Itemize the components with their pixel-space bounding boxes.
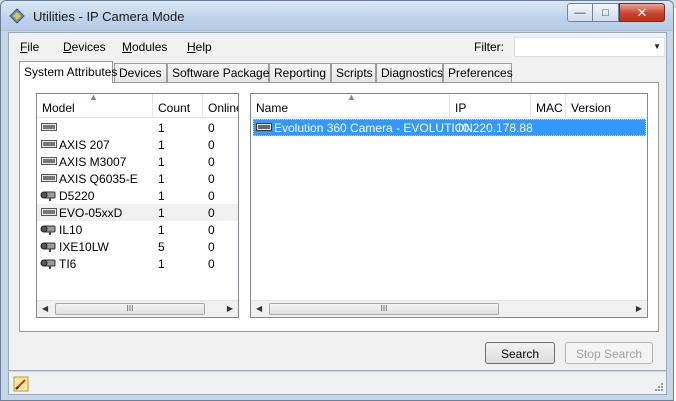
table-row-selected[interactable]: Evolution 360 Camera - EVOLUTION 10.220.… <box>253 119 646 136</box>
scroll-left-icon[interactable]: ◀ <box>42 304 48 313</box>
model-online: 0 <box>208 223 215 237</box>
app-icon <box>9 8 25 24</box>
column-header-mac[interactable]: MAC <box>531 94 566 118</box>
model-online: 0 <box>208 240 215 254</box>
scroll-thumb[interactable]: III <box>55 303 205 315</box>
tab-scripts[interactable]: Scripts <box>331 63 376 82</box>
model-online: 0 <box>208 155 215 169</box>
tab-reporting[interactable]: Reporting <box>269 63 331 82</box>
model-online: 0 <box>208 172 215 186</box>
menu-devices[interactable]: Devices <box>63 40 106 54</box>
device-list[interactable]: ▲ Name IP MAC Version Evolution 360 Came… <box>250 93 648 318</box>
model-count: 5 <box>158 240 165 254</box>
resize-grip-icon[interactable] <box>654 382 664 392</box>
menu-modules[interactable]: Modules <box>122 40 167 54</box>
tab-preferences[interactable]: Preferences <box>443 63 513 82</box>
model-online: 0 <box>208 257 215 271</box>
edit-icon[interactable] <box>13 376 29 392</box>
column-header-online[interactable]: Online <box>203 94 238 118</box>
client-area: File Devices Modules Help Filter: ▼ Syst… <box>8 32 667 371</box>
list-item[interactable]: AXIS M3007 1 0 <box>37 153 238 170</box>
sort-ascending-icon: ▲ <box>89 94 98 102</box>
camera-icon <box>40 225 56 235</box>
tab-strip: System Attributes Devices Software Packa… <box>19 61 659 83</box>
device-icon <box>256 123 272 131</box>
tab-diagnostics[interactable]: Diagnostics <box>376 63 443 82</box>
model-count: 1 <box>158 223 165 237</box>
tab-system-attributes[interactable]: System Attributes <box>19 61 117 83</box>
model-name: AXIS M3007 <box>59 155 127 169</box>
model-count: 1 <box>158 172 165 186</box>
menu-bar: File Devices Modules Help Filter: ▼ <box>9 33 666 59</box>
scroll-left-icon[interactable]: ◀ <box>256 304 262 313</box>
menu-file[interactable]: File <box>20 40 39 54</box>
list-item[interactable]: IL10 1 0 <box>37 221 238 238</box>
scroll-right-icon[interactable]: ▶ <box>227 304 233 313</box>
maximize-button[interactable]: □ <box>593 3 619 22</box>
model-online: 0 <box>208 121 215 135</box>
list-item[interactable]: TI6 1 0 <box>37 255 238 272</box>
title-bar[interactable]: Utilities - IP Camera Mode — □ ✕ <box>1 1 673 31</box>
column-header-version[interactable]: Version <box>566 94 647 118</box>
model-list[interactable]: ▲ Model Count Online 1 0 AXIS 207 1 0 <box>36 93 239 318</box>
device-icon <box>41 157 57 165</box>
model-name: AXIS Q6035-E <box>59 172 138 186</box>
model-count: 1 <box>158 155 165 169</box>
column-header-ip[interactable]: IP <box>450 94 531 118</box>
model-count: 1 <box>158 206 165 220</box>
minimize-button[interactable]: — <box>567 3 593 22</box>
horizontal-scrollbar[interactable]: ◀ III ▶ <box>251 300 647 317</box>
column-header-count[interactable]: Count <box>153 94 203 118</box>
model-count: 1 <box>158 257 165 271</box>
model-name: IL10 <box>59 223 83 237</box>
column-header-model[interactable]: ▲ Model <box>37 94 153 118</box>
device-icon <box>41 174 57 182</box>
model-online: 0 <box>208 138 215 152</box>
window-title: Utilities - IP Camera Mode <box>33 9 185 24</box>
camera-icon <box>40 242 56 252</box>
model-name: TI6 <box>59 257 77 271</box>
model-name: IXE10LW <box>59 240 109 254</box>
dropdown-arrow-icon[interactable]: ▼ <box>653 42 661 51</box>
menu-help[interactable]: Help <box>187 40 212 54</box>
close-button[interactable]: ✕ <box>619 3 665 22</box>
model-name: AXIS 207 <box>59 138 110 152</box>
camera-icon <box>40 191 56 201</box>
list-item[interactable]: AXIS 207 1 0 <box>37 136 238 153</box>
list-item[interactable]: EVO-05xxD 1 0 <box>37 204 238 221</box>
list-item[interactable]: AXIS Q6035-E 1 0 <box>37 170 238 187</box>
system-attributes-panel: ▲ Model Count Online 1 0 AXIS 207 1 0 <box>19 82 659 332</box>
model-name: D5220 <box>59 189 95 203</box>
app-window: Utilities - IP Camera Mode — □ ✕ File De… <box>0 0 674 401</box>
scroll-right-icon[interactable]: ▶ <box>636 304 642 313</box>
device-name: Evolution 360 Camera - EVOLUTION <box>274 121 473 135</box>
tab-devices[interactable]: Devices <box>114 63 167 82</box>
search-button[interactable]: Search <box>485 342 555 364</box>
model-online: 0 <box>208 189 215 203</box>
device-icon <box>41 208 57 216</box>
filter-combobox[interactable]: ▼ <box>514 37 665 57</box>
camera-icon <box>40 259 56 269</box>
list-item[interactable]: 1 0 <box>37 119 238 136</box>
status-bar <box>8 371 667 395</box>
column-header-name[interactable]: ▲ Name <box>251 94 450 118</box>
device-icon <box>41 140 57 148</box>
horizontal-scrollbar[interactable]: ◀ III ▶ <box>37 300 238 317</box>
model-count: 1 <box>158 138 165 152</box>
list-item[interactable]: IXE10LW 5 0 <box>37 238 238 255</box>
tab-software-packages[interactable]: Software Packages <box>167 63 275 82</box>
sort-ascending-icon: ▲ <box>347 94 356 102</box>
device-icon <box>41 123 57 131</box>
model-online: 0 <box>208 206 215 220</box>
model-name: EVO-05xxD <box>59 206 123 220</box>
stop-search-button[interactable]: Stop Search <box>565 342 653 364</box>
list-item[interactable]: D5220 1 0 <box>37 187 238 204</box>
model-count: 1 <box>158 121 165 135</box>
filter-label: Filter: <box>474 40 504 54</box>
model-count: 1 <box>158 189 165 203</box>
device-ip: 10.220.178.88 <box>456 121 533 135</box>
scroll-thumb[interactable]: III <box>269 303 499 315</box>
